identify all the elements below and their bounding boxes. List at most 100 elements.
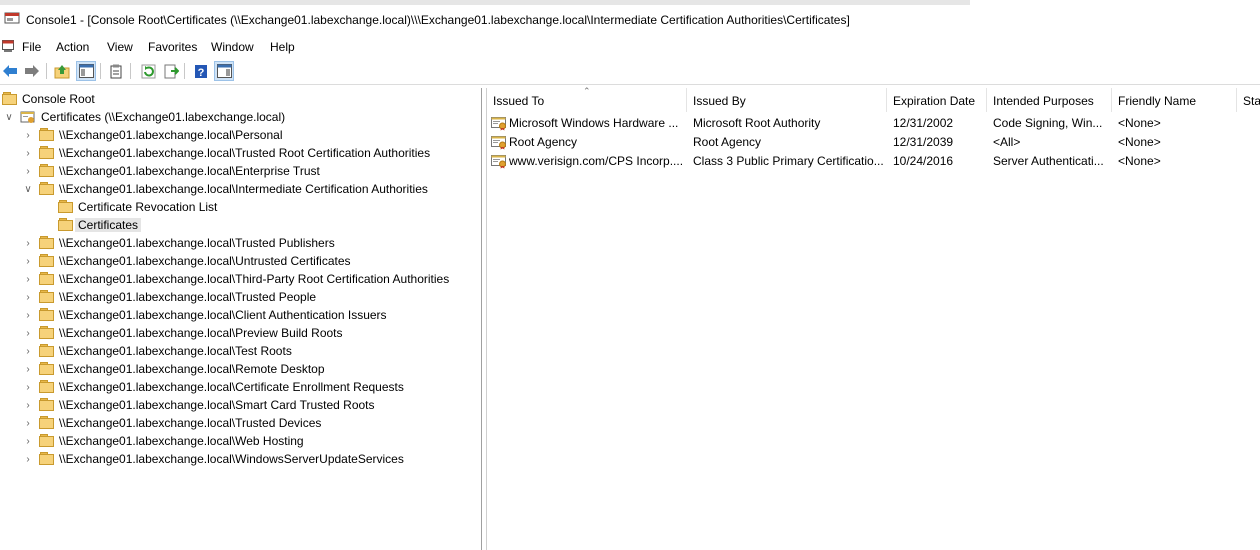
folder-icon bbox=[58, 217, 74, 232]
toolbar: ? bbox=[0, 60, 1260, 82]
tree-node-certificate-revocation-list[interactable]: Certificate Revocation List bbox=[0, 198, 480, 216]
help-icon[interactable]: ? bbox=[191, 61, 211, 81]
show-hide-action-pane-icon[interactable] bbox=[214, 61, 234, 81]
tree-node-store[interactable]: ∨ \\Exchange01.labexchange.local\Intermed… bbox=[0, 180, 480, 198]
taskbar-strip bbox=[0, 0, 970, 5]
tree-node-label: \\Exchange01.labexchange.local\Certifica… bbox=[59, 380, 404, 394]
tree-node-store[interactable]: › \\Exchange01.labexchange.local\Personal bbox=[0, 126, 480, 144]
export-list-icon[interactable] bbox=[161, 61, 181, 81]
chevron-right-icon[interactable]: › bbox=[22, 414, 34, 432]
column-friendly-name[interactable]: Friendly Name bbox=[1112, 88, 1237, 112]
chevron-right-icon[interactable]: › bbox=[22, 396, 34, 414]
chevron-right-icon[interactable]: › bbox=[22, 144, 34, 162]
title-bar: Console1 - [Console Root\Certificates (\… bbox=[0, 0, 1260, 34]
table-cell: Server Authenticati... bbox=[993, 154, 1104, 168]
column-intended-purposes[interactable]: Intended Purposes bbox=[987, 88, 1112, 112]
chevron-right-icon[interactable]: › bbox=[22, 360, 34, 378]
tree-node-store[interactable]: › \\Exchange01.labexchange.local\Smart Ca… bbox=[0, 396, 480, 414]
table-row[interactable]: Microsoft Windows Hardware ... Microsoft … bbox=[487, 114, 1260, 133]
table-row[interactable]: Root Agency Root Agency 12/31/2039 <All> <No… bbox=[487, 133, 1260, 152]
tree-node-label: \\Exchange01.labexchange.local\Intermedi… bbox=[59, 182, 428, 196]
tree-node-label: \\Exchange01.labexchange.local\Remote De… bbox=[59, 362, 325, 376]
column-issued-by[interactable]: Issued By bbox=[687, 88, 887, 112]
column-status[interactable]: Sta bbox=[1237, 88, 1260, 112]
menu-help[interactable]: Help bbox=[268, 39, 297, 55]
menu-window[interactable]: Window bbox=[209, 39, 256, 55]
certificate-icon bbox=[491, 135, 507, 150]
chevron-right-icon[interactable]: › bbox=[22, 126, 34, 144]
folder-icon bbox=[39, 361, 55, 376]
table-cell: Microsoft Root Authority bbox=[693, 116, 821, 130]
tree-node-label: \\Exchange01.labexchange.local\WindowsSe… bbox=[59, 452, 404, 466]
chevron-right-icon[interactable]: › bbox=[22, 270, 34, 288]
tree-node-store[interactable]: › \\Exchange01.labexchange.local\Client A… bbox=[0, 306, 480, 324]
toolbar-separator bbox=[46, 63, 47, 79]
tree-node-label: \\Exchange01.labexchange.local\Untrusted… bbox=[59, 254, 351, 268]
chevron-down-icon[interactable]: ∨ bbox=[22, 180, 34, 198]
tree-node-label: \\Exchange01.labexchange.local\Trusted P… bbox=[59, 236, 335, 250]
tree-node-label: \\Exchange01.labexchange.local\Smart Car… bbox=[59, 398, 375, 412]
chevron-down-icon[interactable]: ∨ bbox=[3, 108, 15, 126]
properties-icon[interactable] bbox=[106, 61, 126, 81]
folder-icon bbox=[39, 433, 55, 448]
tree-node-store[interactable]: › \\Exchange01.labexchange.local\WindowsS… bbox=[0, 450, 480, 468]
certificate-list: ⌃ Issued To Issued By Expiration Date In… bbox=[486, 86, 1260, 550]
certificate-icon bbox=[491, 116, 507, 131]
tree-node-label: \\Exchange01.labexchange.local\Trusted R… bbox=[59, 146, 431, 160]
tree-node-store[interactable]: › \\Exchange01.labexchange.local\Test Roo… bbox=[0, 342, 480, 360]
tree-node-store[interactable]: › \\Exchange01.labexchange.local\Enterpri… bbox=[0, 162, 480, 180]
refresh-icon[interactable] bbox=[138, 61, 158, 81]
menu-action[interactable]: Action bbox=[54, 39, 91, 55]
menu-favorites[interactable]: Favorites bbox=[146, 39, 199, 55]
folder-icon bbox=[39, 271, 55, 286]
back-icon[interactable] bbox=[0, 61, 20, 81]
chevron-right-icon[interactable]: › bbox=[22, 450, 34, 468]
folder-icon bbox=[39, 163, 55, 178]
chevron-right-icon[interactable]: › bbox=[22, 378, 34, 396]
tree-node-label: \\Exchange01.labexchange.local\Test Root… bbox=[59, 344, 292, 358]
tree-node-store[interactable]: › \\Exchange01.labexchange.local\Trusted … bbox=[0, 234, 480, 252]
table-cell: Root Agency bbox=[693, 135, 762, 149]
tree-node-store[interactable]: › \\Exchange01.labexchange.local\Third-Pa… bbox=[0, 270, 480, 288]
chevron-right-icon[interactable]: › bbox=[22, 432, 34, 450]
folder-icon bbox=[39, 235, 55, 250]
tree-node-store[interactable]: › \\Exchange01.labexchange.local\Trusted … bbox=[0, 288, 480, 306]
chevron-right-icon[interactable]: › bbox=[22, 234, 34, 252]
chevron-right-icon[interactable]: › bbox=[22, 162, 34, 180]
table-cell: <None> bbox=[1118, 135, 1161, 149]
tree-node-store[interactable]: › \\Exchange01.labexchange.local\Remote D… bbox=[0, 360, 480, 378]
tree-node-store[interactable]: › \\Exchange01.labexchange.local\Trusted … bbox=[0, 144, 480, 162]
tree-node-store[interactable]: › \\Exchange01.labexchange.local\Untruste… bbox=[0, 252, 480, 270]
folder-icon bbox=[39, 325, 55, 340]
menu-file[interactable]: File bbox=[20, 39, 43, 55]
table-cell: <All> bbox=[993, 135, 1021, 149]
tree-node-store[interactable]: › \\Exchange01.labexchange.local\Preview … bbox=[0, 324, 480, 342]
chevron-right-icon[interactable]: › bbox=[22, 252, 34, 270]
table-row[interactable]: www.verisign.com/CPS Incorp.... Class 3 P… bbox=[487, 152, 1260, 171]
table-cell: <None> bbox=[1118, 154, 1161, 168]
tree-node-store[interactable]: › \\Exchange01.labexchange.local\Trusted … bbox=[0, 414, 480, 432]
tree-node-store[interactable]: › \\Exchange01.labexchange.local\Certific… bbox=[0, 378, 480, 396]
tree-node-store[interactable]: › \\Exchange01.labexchange.local\Web Host… bbox=[0, 432, 480, 450]
forward-icon[interactable] bbox=[22, 61, 42, 81]
chevron-right-icon[interactable]: › bbox=[22, 342, 34, 360]
up-folder-icon[interactable] bbox=[52, 61, 72, 81]
tree-node-certificates-selected[interactable]: Certificates bbox=[0, 216, 480, 234]
show-hide-tree-icon[interactable] bbox=[76, 61, 96, 81]
folder-icon bbox=[39, 181, 55, 196]
column-expiration-date[interactable]: Expiration Date bbox=[887, 88, 987, 112]
column-issued-to[interactable]: Issued To bbox=[487, 88, 687, 112]
tree-node-certificates-snapin[interactable]: ∨ Certificates (\\Exchange01.labexchange… bbox=[0, 108, 480, 126]
folder-icon bbox=[39, 127, 55, 142]
tree-node-console-root[interactable]: Console Root bbox=[0, 90, 480, 108]
chevron-right-icon[interactable]: › bbox=[22, 288, 34, 306]
tree-node-label: \\Exchange01.labexchange.local\Client Au… bbox=[59, 308, 387, 322]
folder-icon bbox=[39, 415, 55, 430]
system-menu-icon[interactable] bbox=[2, 40, 14, 53]
chevron-right-icon[interactable]: › bbox=[22, 306, 34, 324]
tree-node-label: \\Exchange01.labexchange.local\Enterpris… bbox=[59, 164, 320, 178]
tree-node-label: \\Exchange01.labexchange.local\Personal bbox=[59, 128, 283, 142]
folder-icon bbox=[39, 379, 55, 394]
menu-view[interactable]: View bbox=[105, 39, 135, 55]
chevron-right-icon[interactable]: › bbox=[22, 324, 34, 342]
